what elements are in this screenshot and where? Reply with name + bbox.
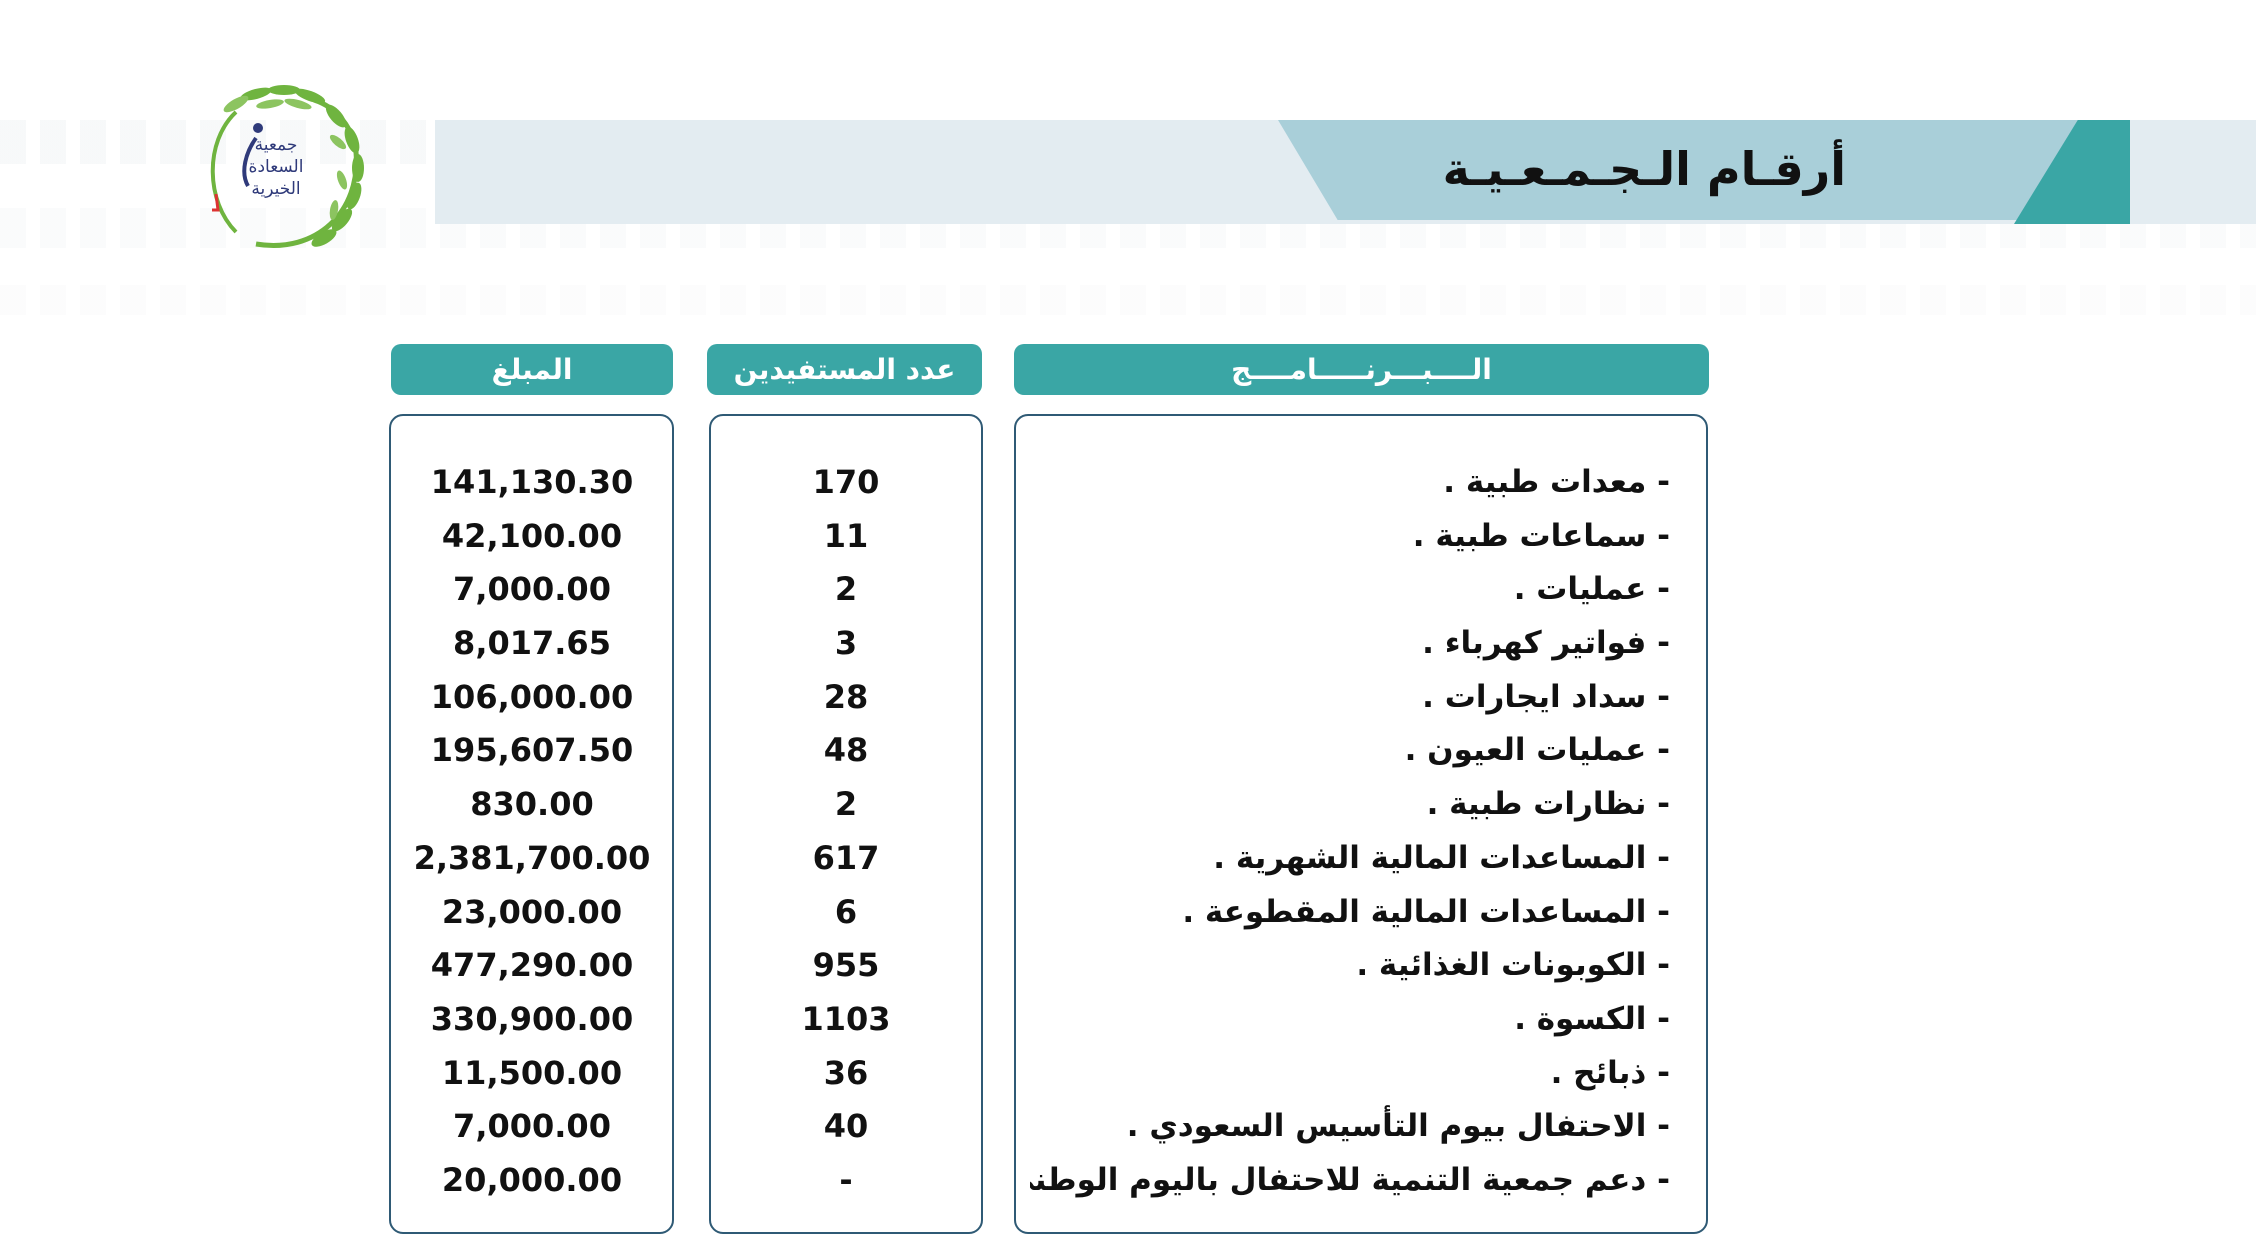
program-cell: - عمليات العيون . [1404,732,1670,769]
amount-cell: 23,000.00 [441,892,623,931]
program-cell: - معدات طبية . [1443,464,1670,500]
beneficiaries-cell: 11 [823,516,869,555]
amount-cell: 7,000.00 [453,570,611,609]
beneficiaries-cell: 48 [823,731,869,770]
amount-cell: 106,000.00 [430,677,634,716]
beneficiaries-cell: 36 [823,1053,869,1092]
program-cell: - سماعات طبية . [1412,517,1670,554]
program-cell: - فواتير كهرباء . [1422,625,1670,662]
program-cell: - سداد ايجارات . [1422,678,1670,715]
amount-cell: 8,017.65 [453,624,611,663]
program-cell: - الكسوة . [1514,1000,1670,1037]
beneficiaries-cell: 2 [834,570,858,609]
amount-cell: 2,381,700.00 [413,838,651,877]
program-cell: - نظارات طبية . [1426,786,1670,823]
program-cell: - ذبائح . [1550,1054,1670,1091]
amount-cell: 330,900.00 [430,999,634,1038]
logo-line-2: السعادة [248,157,304,177]
program-cell: - المساعدات المالية الشهرية . [1213,839,1670,876]
beneficiaries-cell: 617 [812,838,880,877]
beneficiaries-cell: 3 [834,624,858,663]
beneficiaries-cell: 2 [834,785,858,824]
background-pattern-bottom [0,285,2256,315]
beneficiaries-cell: 170 [812,463,880,501]
column-header-beneficiaries: عدد المستفيدين [707,344,982,395]
beneficiaries-cell: 955 [812,946,880,985]
logo-line-3: الخيرية [251,179,301,199]
column-header-amount: المبلغ [391,344,673,395]
amount-cell: 42,100.00 [441,516,623,555]
column-header-program: الــــبـــرنـــــامــــج [1014,344,1709,395]
amount-cell: 195,607.50 [430,731,634,770]
program-cell: - عمليات . [1513,571,1670,608]
page-title: أرقـام الـجـمـعـيـة [1442,142,1846,196]
amount-cell: 11,500.00 [441,1053,623,1092]
amount-list: 141,130.30 42,100.00 7,000.00 8,017.65 1… [391,456,673,1208]
program-cell: - الكوبونات الغذائية . [1356,947,1670,984]
amount-cell: 7,000.00 [453,1107,611,1146]
logo-text: جمعية السعادة الخيرية [236,134,316,200]
beneficiaries-cell: 40 [823,1107,869,1146]
program-cell: - الاحتفال بيوم التأسيس السعودي . [1126,1108,1670,1145]
program-list: - معدات طبية . - سماعات طبية . - عمليات … [1030,456,1670,1208]
beneficiaries-cell: 28 [823,677,869,716]
beneficiaries-list: 170 11 2 3 28 48 2 617 6 955 1103 36 40 … [709,456,983,1208]
amount-cell: 830.00 [470,785,594,824]
amount-cell: 477,290.00 [430,946,634,985]
amount-cell: 141,130.30 [430,463,634,501]
beneficiaries-cell: 6 [834,892,858,931]
logo-line-1: جمعية [254,135,298,155]
beneficiaries-cell: 1103 [801,999,891,1038]
program-cell: - المساعدات المالية المقطوعة . [1182,893,1670,930]
